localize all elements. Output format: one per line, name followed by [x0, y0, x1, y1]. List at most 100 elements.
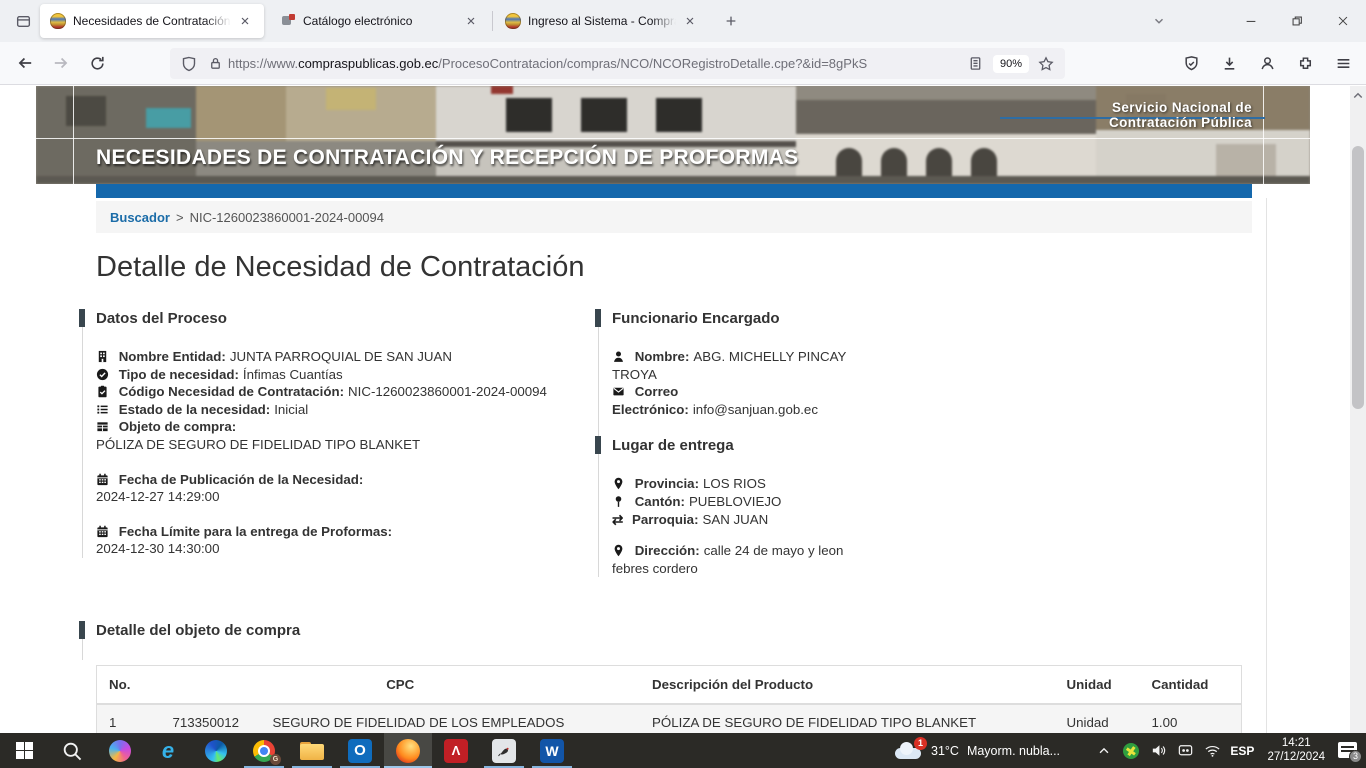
url-bar[interactable]: https://www.compraspublicas.gob.ec/Proce…	[170, 48, 1065, 79]
map-marker-icon	[612, 477, 625, 490]
notification-count-badge: 3	[1349, 750, 1362, 763]
info-fecha-limite: Fecha Límite para la entrega de Proforma…	[96, 523, 587, 541]
page-title: Detalle de Necesidad de Contratación	[96, 251, 584, 284]
back-button[interactable]	[10, 48, 40, 78]
forward-button[interactable]	[46, 48, 76, 78]
shield-check-button[interactable]	[1176, 48, 1206, 78]
field-label: Fecha Límite para la entrega de Proforma…	[119, 524, 392, 539]
taskbar-firefox[interactable]	[384, 733, 432, 768]
col-cantidad: Cantidad	[1140, 666, 1242, 705]
table-row: 1 713350012 SEGURO DE FIDELIDAD DE LOS E…	[97, 704, 1242, 733]
tab-close-icon[interactable]	[679, 10, 701, 32]
antivirus-icon[interactable]	[1122, 742, 1140, 760]
section-title: Detalle del objeto de compra	[96, 622, 1252, 639]
minimize-button[interactable]	[1228, 0, 1274, 42]
url-text[interactable]: https://www.compraspublicas.gob.ec/Proce…	[228, 56, 963, 71]
close-button[interactable]	[1320, 0, 1366, 42]
taskbar-copilot[interactable]	[96, 733, 144, 768]
building-icon	[96, 350, 109, 363]
account-icon	[1259, 55, 1276, 72]
taskbar-clock[interactable]: 14:21 27/12/2024	[1263, 737, 1329, 764]
restore-button[interactable]	[1274, 0, 1320, 42]
firefox-view-button[interactable]	[8, 6, 38, 36]
tab-close-icon[interactable]	[234, 10, 256, 32]
tab-title: Catálogo electrónico	[303, 14, 460, 28]
network-wifi-icon[interactable]	[1203, 742, 1221, 760]
cell-no: 1	[97, 704, 161, 733]
start-button[interactable]	[0, 733, 48, 768]
calendar-icon	[96, 525, 109, 538]
scroll-up-icon[interactable]	[1352, 90, 1364, 102]
cell-cpc-desc: SEGURO DE FIDELIDAD DE LOS EMPLEADOS	[260, 704, 640, 733]
calendar-icon	[96, 473, 109, 486]
field-value: JUNTA PARROQUIAL DE SAN JUAN	[230, 349, 452, 364]
field-value: NIC-1260023860001-2024-00094	[348, 384, 547, 399]
fecha-limite-value: 2024-12-30 14:30:00	[96, 540, 587, 558]
browser-titlebar: Necesidades de Contratación y Catálogo e…	[0, 0, 1366, 42]
tracking-protection-icon[interactable]	[176, 51, 202, 77]
banner-grid-line	[36, 138, 1310, 139]
taskbar-file-explorer[interactable]	[288, 733, 336, 768]
location-marker-icon	[612, 544, 625, 557]
field-label: Fecha de Publicación de la Necesidad:	[119, 472, 364, 487]
weather-desc: Mayorm. nubla...	[967, 744, 1060, 758]
table-header-row: No. CPC Descripción del Producto Unidad …	[97, 666, 1242, 705]
taskbar-outlook[interactable]: O	[336, 733, 384, 768]
reload-icon	[89, 55, 106, 72]
menu-button[interactable]	[1328, 48, 1358, 78]
downloads-button[interactable]	[1214, 48, 1244, 78]
plus-icon	[724, 14, 738, 28]
new-tab-button[interactable]	[717, 7, 745, 35]
taskbar-chrome[interactable]: G	[240, 733, 288, 768]
taskbar-acrobat[interactable]: Λ	[432, 733, 480, 768]
reload-button[interactable]	[82, 48, 112, 78]
bookmark-star-icon[interactable]	[1033, 51, 1059, 77]
tab-catalogo[interactable]: Catálogo electrónico	[270, 4, 490, 38]
extensions-button[interactable]	[1290, 48, 1320, 78]
taskbar-bird-app[interactable]	[480, 733, 528, 768]
info-funcionario-nombre: Nombre:ABG. MICHELLY PINCAY TROYA	[612, 348, 847, 383]
close-icon	[1336, 14, 1350, 28]
notification-center-button[interactable]: 3	[1338, 742, 1360, 760]
road-icon: ⇄	[612, 511, 627, 529]
weather-cloud-icon: 1	[893, 741, 923, 761]
scrollbar-thumb[interactable]	[1352, 146, 1364, 409]
zoom-level-badge[interactable]: 90%	[993, 55, 1029, 73]
cell-cantidad: 1.00	[1140, 704, 1242, 733]
acrobat-icon: Λ	[444, 739, 468, 763]
tab-ingreso[interactable]: Ingreso al Sistema - Compras P	[495, 4, 709, 38]
weather-badge: 1	[914, 737, 927, 750]
tab-strip: Necesidades de Contratación y Catálogo e…	[40, 0, 745, 42]
tray-chevron-up-icon[interactable]	[1095, 742, 1113, 760]
taskbar-word[interactable]: W	[528, 733, 576, 768]
col-cpc: CPC	[160, 666, 640, 705]
info-codigo-necesidad: Código Necesidad de Contratación:NIC-126…	[96, 383, 587, 401]
check-circle-icon	[96, 368, 109, 381]
banner-org-name: Servicio Nacional de Contratación Públic…	[1109, 100, 1252, 130]
info-correo: Correo Electrónico:info@sanjuan.gob.ec	[612, 383, 847, 418]
weather-temp: 31°C	[931, 744, 959, 758]
language-indicator[interactable]: ESP	[1230, 744, 1254, 758]
col-no: No.	[97, 666, 161, 705]
reader-mode-icon[interactable]	[963, 51, 989, 77]
taskbar-internet-explorer[interactable]: e	[144, 733, 192, 768]
volume-icon[interactable]	[1149, 742, 1167, 760]
account-button[interactable]	[1252, 48, 1282, 78]
file-explorer-icon	[300, 742, 324, 760]
tab-necesidades[interactable]: Necesidades de Contratación y	[40, 4, 264, 38]
info-estado-necesidad: Estado de la necesidad:Inicial	[96, 401, 587, 419]
breadcrumb-link-buscador[interactable]: Buscador	[110, 210, 170, 225]
tab-title: Necesidades de Contratación y	[73, 14, 234, 28]
taskbar-weather[interactable]: 1 31°C Mayorm. nubla...	[893, 733, 1060, 768]
nav-buttons	[10, 48, 112, 78]
tab-close-icon[interactable]	[460, 10, 482, 32]
internet-explorer-icon: e	[162, 740, 174, 762]
forward-icon	[52, 54, 70, 72]
page-scrollbar[interactable]	[1350, 86, 1366, 733]
search-button[interactable]	[48, 733, 96, 768]
remote-monitor-icon[interactable]	[1176, 742, 1194, 760]
list-all-tabs-button[interactable]	[1142, 6, 1176, 36]
field-label: Parroquia:	[632, 512, 699, 527]
lock-icon[interactable]	[202, 51, 228, 77]
taskbar-edge[interactable]	[192, 733, 240, 768]
